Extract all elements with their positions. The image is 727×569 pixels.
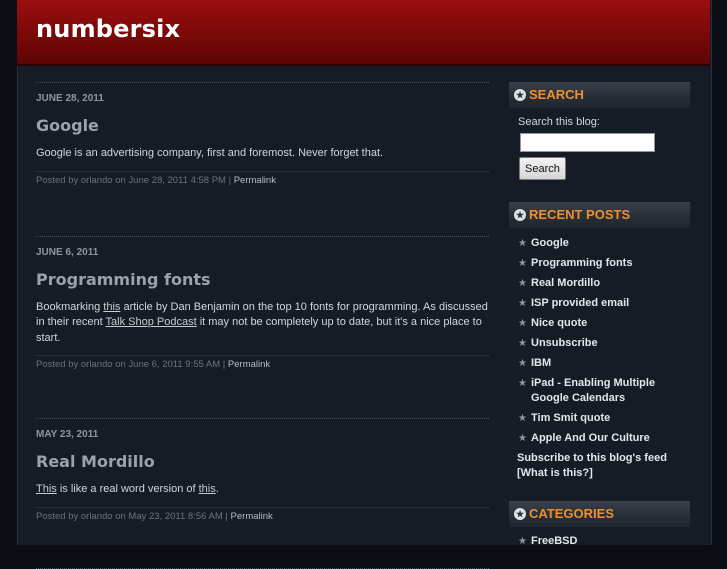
- post-date: MAY 23, 2011: [36, 429, 99, 440]
- post-divider: [36, 418, 489, 419]
- list-item[interactable]: ★ iPad - Enabling Multiple Google Calenda…: [509, 376, 690, 406]
- sidebar: ★ SEARCH Search this blog: Search ★ RECE…: [509, 82, 690, 549]
- recent-posts-heading: RECENT POSTS: [529, 207, 631, 222]
- recent-post-link[interactable]: Apple And Our Culture: [531, 432, 650, 444]
- permalink-link[interactable]: Permalink: [228, 359, 270, 370]
- category-link[interactable]: FreeBSD: [531, 535, 577, 547]
- list-item[interactable]: ★ ISP provided email: [509, 296, 690, 311]
- recent-post-link[interactable]: ISP provided email: [531, 297, 629, 309]
- recent-post-link[interactable]: Unsubscribe: [531, 337, 598, 349]
- recent-post-link[interactable]: Real Mordillo: [531, 277, 600, 289]
- body-text: is like a real word version of: [56, 483, 199, 495]
- feed-help-link[interactable]: [What is this?]: [517, 466, 690, 481]
- recent-post-link[interactable]: iPad - Enabling Multiple Google Calendar…: [531, 377, 655, 404]
- list-item[interactable]: ★ Unsubscribe: [509, 336, 690, 351]
- post-divider: [36, 567, 489, 569]
- star-icon: ★: [518, 338, 527, 349]
- post-divider: [36, 82, 489, 83]
- search-button[interactable]: Search: [519, 157, 566, 180]
- talk-shop-podcast-link[interactable]: Talk Shop Podcast: [106, 316, 197, 328]
- widget-heading: ★ CATEGORIES: [509, 501, 690, 527]
- permalink-link[interactable]: Permalink: [231, 511, 273, 522]
- recent-post-link[interactable]: IBM: [531, 357, 551, 369]
- post-meta: Posted by orlando on June 28, 2011 4:58 …: [36, 170, 489, 186]
- post-real-mordillo: MAY 23, 2011 Real Mordillo This is like …: [36, 418, 489, 522]
- post-meta: Posted by orlando on May 23, 2011 8:56 A…: [36, 506, 489, 522]
- categories-list: ★ FreeBSD: [509, 534, 690, 549]
- search-label: Search this blog:: [518, 116, 600, 128]
- this-link[interactable]: this: [103, 301, 120, 313]
- recent-post-link[interactable]: Programming fonts: [531, 257, 632, 269]
- body-text: Bookmarking: [36, 300, 104, 313]
- list-item[interactable]: ★ Programming fonts: [509, 256, 690, 271]
- this-link-2[interactable]: this: [199, 483, 216, 495]
- widget-heading: ★ RECENT POSTS: [509, 202, 690, 228]
- star-badge-icon: ★: [514, 508, 526, 520]
- star-icon: ★: [518, 413, 527, 424]
- search-input[interactable]: [520, 133, 655, 152]
- recent-post-link[interactable]: Nice quote: [531, 317, 587, 329]
- post-title[interactable]: Real Mordillo: [36, 452, 489, 471]
- list-item[interactable]: ★ IBM: [509, 356, 690, 371]
- site-header: numbersix: [17, 0, 710, 66]
- post-meta-text: Posted by orlando on May 23, 2011 8:56 A…: [36, 510, 231, 522]
- feed-subscribe-link[interactable]: Subscribe to this blog's feed: [517, 451, 690, 466]
- list-item[interactable]: ★ Google: [509, 236, 690, 251]
- star-icon: ★: [518, 318, 527, 329]
- post-divider: [36, 235, 489, 237]
- body-text: .: [215, 483, 219, 495]
- star-icon: ★: [518, 258, 527, 269]
- post-meta-text: Posted by orlando on June 28, 2011 4:58 …: [36, 174, 234, 186]
- post-programming-fonts: JUNE 6, 2011 Programming fonts Bookmarki…: [36, 235, 489, 370]
- permalink-link[interactable]: Permalink: [234, 175, 276, 186]
- post-title[interactable]: Google: [36, 116, 489, 135]
- recent-posts-list: ★ Google ★ Programming fonts ★ Real Mordill…: [509, 236, 690, 446]
- this-link[interactable]: This: [36, 483, 57, 495]
- post-body: This is like a real word version of this…: [36, 482, 489, 498]
- post-date: JUNE 6, 2011: [36, 246, 99, 258]
- list-item[interactable]: ★ Tim Smit quote: [509, 411, 690, 426]
- post-google: JUNE 28, 2011 Google Google is an advert…: [36, 82, 489, 186]
- post-body: Google is an advertising company, first …: [36, 147, 384, 159]
- star-icon: ★: [518, 238, 527, 249]
- recent-post-link[interactable]: Tim Smit quote: [531, 412, 610, 424]
- post-title[interactable]: Programming fonts: [36, 270, 489, 289]
- star-icon: ★: [518, 536, 527, 547]
- post-meta: Posted by orlando on June 6, 2011 9:55 A…: [36, 355, 489, 370]
- post-date: JUNE 28, 2011: [36, 93, 104, 104]
- search-widget: ★ SEARCH Search this blog: Search: [509, 82, 690, 180]
- post-meta-text: Posted by orlando on June 6, 2011 9:55 A…: [36, 359, 228, 370]
- post-body: Bookmarking this article by Dan Benjamin…: [36, 300, 489, 347]
- search-heading: SEARCH: [529, 87, 584, 102]
- widget-heading: ★ SEARCH: [509, 82, 690, 108]
- star-icon: ★: [518, 358, 527, 369]
- main-content: JUNE 28, 2011 Google Google is an advert…: [36, 82, 489, 569]
- list-item[interactable]: ★ FreeBSD: [509, 534, 690, 549]
- site-title[interactable]: numbersix: [36, 15, 180, 43]
- star-icon: ★: [518, 433, 527, 444]
- star-badge-icon: ★: [514, 209, 526, 221]
- categories-heading: CATEGORIES: [529, 506, 614, 521]
- categories-widget: ★ CATEGORIES ★ FreeBSD: [509, 501, 690, 549]
- star-badge-icon: ★: [514, 89, 526, 101]
- star-icon: ★: [518, 298, 527, 309]
- star-icon: ★: [518, 278, 527, 289]
- list-item[interactable]: ★ Apple And Our Culture: [509, 431, 690, 446]
- list-item[interactable]: ★ Nice quote: [509, 316, 690, 331]
- star-icon: ★: [518, 378, 527, 389]
- recent-posts-widget: ★ RECENT POSTS ★ Google ★ Programming font…: [509, 202, 690, 481]
- list-item[interactable]: ★ Real Mordillo: [509, 276, 690, 291]
- recent-post-link[interactable]: Google: [531, 237, 569, 249]
